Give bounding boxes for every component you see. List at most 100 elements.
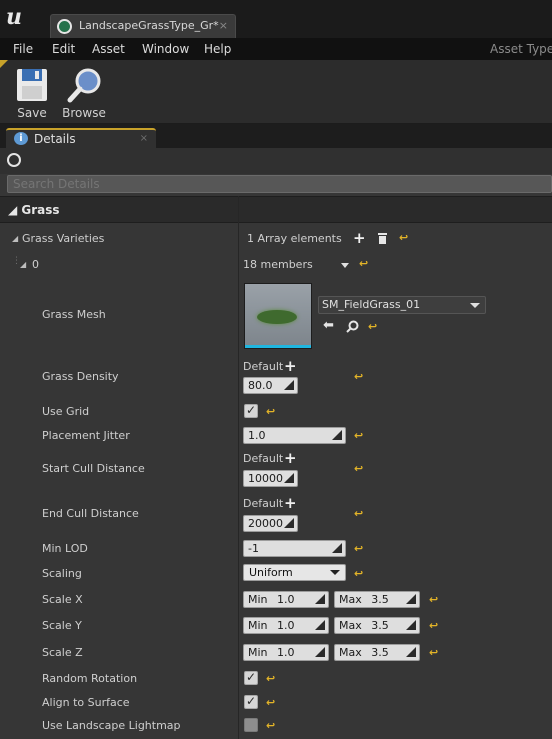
reset-to-default-icon[interactable]: ↩ [266,696,275,709]
category-grass[interactable]: ◢ Grass [0,196,552,223]
drag-resize-icon [406,594,416,604]
expand-triangle-icon[interactable]: ◢ [20,260,26,269]
category-grass-text: Grass [21,203,60,217]
start-cull-distance-label: Start Cull Distance [42,462,145,475]
browse-asset-magnifier-icon[interactable] [346,320,359,333]
use-landscape-lightmap-label: Use Landscape Lightmap [42,719,181,732]
grass-density-label: Grass Density [42,370,119,383]
property-matrix-icon[interactable] [7,153,21,167]
min-lod-input[interactable]: -1 [243,540,346,557]
reset-to-default-icon[interactable]: ↩ [354,370,363,383]
toolbar: Save Browse [0,60,552,124]
checkmark-icon: ✓ [246,694,257,708]
min-lod-label: Min LOD [42,542,88,555]
trash-icon[interactable] [377,232,388,244]
drag-resize-icon [315,647,325,657]
array-elements-count: 1 Array elements [247,232,342,245]
end-cull-default-label: Default [243,497,284,510]
drag-resize-icon [315,620,325,630]
reset-to-default-icon[interactable]: ↩ [354,462,363,475]
title-bar: u LandscapeGrassType_Gr* × [0,0,552,38]
reset-to-default-icon[interactable]: ↩ [266,672,275,685]
asset-type-label: Asset Type: [490,42,552,56]
browse-label: Browse [62,106,106,120]
menu-window[interactable]: Window [142,42,189,56]
grass-mesh-thumbnail[interactable] [244,283,312,349]
expand-triangle-icon[interactable]: ◢ [12,234,18,243]
unreal-logo-icon[interactable]: u [6,4,22,30]
reset-to-default-icon[interactable]: ↩ [354,542,363,555]
save-button[interactable]: Save [7,64,57,120]
close-icon[interactable]: × [219,19,228,32]
use-landscape-lightmap-checkbox[interactable] [244,718,258,732]
browse-button[interactable]: Browse [59,64,109,120]
grass-mesh-preview [257,310,297,324]
drag-resize-icon [315,594,325,604]
grass-density-input[interactable]: 80.0 [243,377,298,394]
close-icon[interactable]: × [140,133,148,144]
add-override-icon[interactable]: + [284,496,297,511]
menu-file[interactable]: File [13,42,33,56]
browse-magnifier-icon [67,68,101,103]
scale-y-min-input[interactable]: Min 1.0 [243,617,329,634]
scale-x-max-input[interactable]: Max 3.5 [334,591,420,608]
scale-x-min-label: Min [248,593,268,606]
menu-asset[interactable]: Asset [92,42,125,56]
use-selected-asset-icon[interactable]: ⬅ [323,318,334,333]
scale-y-max-label: Max [339,619,362,632]
use-grid-label: Use Grid [42,405,90,418]
scale-x-min-input[interactable]: Min 1.0 [243,591,329,608]
chevron-down-icon [470,303,480,308]
placement-jitter-input[interactable]: 1.0 [243,427,346,444]
reset-to-default-icon[interactable]: ↩ [368,320,377,333]
reset-to-default-icon[interactable]: ↩ [429,593,438,606]
reset-to-default-icon[interactable]: ↩ [266,405,275,418]
end-cull-distance-input[interactable]: 20000 [243,515,298,532]
random-rotation-checkbox[interactable]: ✓ [244,670,258,685]
align-to-surface-checkbox[interactable]: ✓ [244,694,258,709]
drag-resize-icon [332,430,342,440]
grass-density-default-label: Default [243,360,284,373]
reset-to-default-icon[interactable]: ↩ [429,646,438,659]
reset-to-default-icon[interactable]: ↩ [266,719,275,732]
start-cull-distance-input[interactable]: 10000 [243,470,298,487]
details-tab-strip: i Details × [0,124,552,148]
search-details-input[interactable] [7,175,552,193]
reset-to-default-icon[interactable]: ↩ [354,567,363,580]
column-divider[interactable] [238,196,239,739]
thumbnail-type-bar [245,345,311,348]
details-panel-header [0,148,552,174]
menu-help[interactable]: Help [204,42,231,56]
scale-z-max-input[interactable]: Max 3.5 [334,644,420,661]
end-cull-distance-label: End Cull Distance [42,507,139,520]
reset-to-default-icon[interactable]: ↩ [354,429,363,442]
grass-mesh-picker[interactable]: SM_FieldGrass_01 [318,296,486,314]
menu-bar: File Edit Asset Window Help Asset Type: [0,38,552,60]
scale-y-max-value: 3.5 [371,619,389,632]
drag-resize-icon [284,380,294,390]
chevron-down-icon[interactable] [341,263,349,268]
grass-mesh-value: SM_FieldGrass_01 [322,298,421,311]
grass-mesh-label: Grass Mesh [42,308,106,321]
add-element-icon[interactable]: + [353,231,366,246]
reset-to-default-icon[interactable]: ↩ [354,507,363,520]
scaling-dropdown[interactable]: Uniform [243,564,346,581]
add-override-icon[interactable]: + [284,359,297,374]
use-grid-checkbox[interactable]: ✓ [244,403,258,418]
array-element-index: 0 [32,258,39,271]
start-cull-default-label: Default [243,452,284,465]
scale-z-min-input[interactable]: Min 1.0 [243,644,329,661]
chevron-down-icon [330,570,340,575]
drag-resize-icon [284,473,294,483]
scale-y-max-input[interactable]: Max 3.5 [334,617,420,634]
add-override-icon[interactable]: + [284,451,297,466]
reset-to-default-icon[interactable]: ↩ [359,257,368,270]
drag-resize-icon [284,518,294,528]
menu-edit[interactable]: Edit [52,42,75,56]
scale-x-max-label: Max [339,593,362,606]
reset-to-default-icon[interactable]: ↩ [399,231,408,244]
reset-to-default-icon[interactable]: ↩ [429,619,438,632]
asset-tab-title: LandscapeGrassType_Gr* [79,19,219,32]
asset-editor-tab[interactable]: LandscapeGrassType_Gr* × [50,14,236,38]
tab-details[interactable]: i Details × [6,128,156,148]
